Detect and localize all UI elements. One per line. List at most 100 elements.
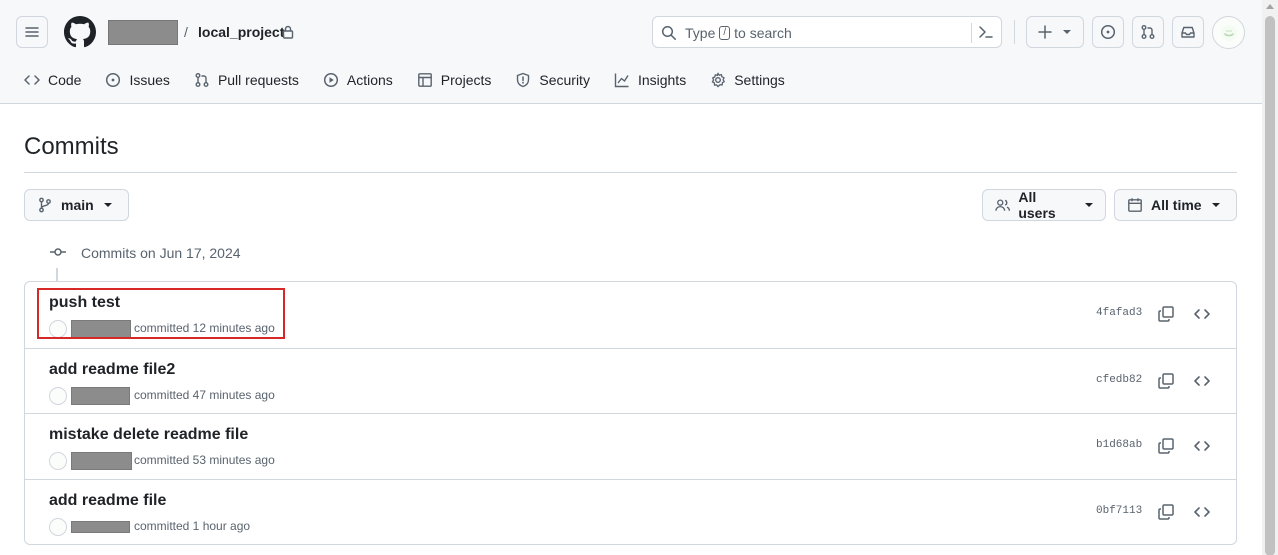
- page-title: Commits: [24, 133, 119, 160]
- commit-message-link[interactable]: push test: [49, 294, 120, 312]
- author-avatar[interactable]: [49, 386, 67, 405]
- commit-message-link[interactable]: mistake delete readme file: [49, 426, 248, 444]
- author-name-redacted[interactable]: [71, 452, 132, 470]
- header-divider: [1014, 20, 1015, 44]
- search-placeholder: Type / to search: [685, 25, 792, 41]
- scroll-up-arrow-icon[interactable]: [1266, 4, 1274, 9]
- command-palette-icon[interactable]: [978, 24, 994, 40]
- code-icon: [24, 75, 40, 85]
- commit-sha-link[interactable]: 4fafad3: [1096, 307, 1142, 319]
- tab-settings[interactable]: Settings: [702, 64, 793, 96]
- hamburger-icon: [25, 27, 39, 37]
- caret-down-icon: [103, 203, 112, 207]
- git-pull-request-icon: [1141, 25, 1155, 39]
- search-icon: [661, 25, 676, 40]
- git-branch-icon: [39, 197, 51, 213]
- table-icon: [417, 73, 432, 87]
- tab-actions[interactable]: Actions: [315, 64, 401, 96]
- create-new-button[interactable]: [1026, 16, 1084, 48]
- scrollbar-thumb[interactable]: [1265, 16, 1275, 555]
- browse-code-icon[interactable]: [1193, 437, 1211, 455]
- commit-row: add readme file committed 1 hour ago 0bf…: [25, 478, 1236, 545]
- tab-label: Pull requests: [217, 72, 299, 88]
- copy-icon[interactable]: [1157, 503, 1175, 521]
- repo-nav-tabs: Code Issues Pull requests Actions Projec…: [16, 64, 801, 104]
- tab-security[interactable]: Security: [507, 64, 598, 96]
- tab-pull-requests[interactable]: Pull requests: [186, 64, 307, 96]
- author-name-redacted[interactable]: [71, 386, 130, 405]
- tab-label: Issues: [129, 72, 170, 88]
- lock-icon: [282, 25, 294, 39]
- commit-meta: committed 47 minutes ago: [134, 387, 275, 402]
- search-suffix: to search: [734, 25, 792, 41]
- commit-sha-link[interactable]: b1d68ab: [1096, 439, 1142, 451]
- tab-projects[interactable]: Projects: [409, 64, 500, 96]
- user-avatar[interactable]: [1212, 16, 1245, 49]
- timeline-line: [56, 268, 58, 281]
- github-logo-icon[interactable]: [64, 16, 96, 48]
- search-divider: [971, 23, 972, 43]
- commit-sha-link[interactable]: cfedb82: [1096, 374, 1142, 386]
- your-pull-requests-button[interactable]: [1132, 16, 1164, 48]
- tab-label: Security: [539, 72, 590, 88]
- author-name-redacted[interactable]: [71, 520, 130, 533]
- tab-label: Insights: [637, 72, 687, 88]
- tab-label: Projects: [440, 72, 492, 88]
- copy-icon[interactable]: [1157, 305, 1175, 323]
- search-input[interactable]: Type / to search: [652, 16, 1002, 48]
- repo-name-link[interactable]: local_project: [198, 24, 284, 40]
- author-avatar[interactable]: [49, 320, 67, 338]
- calendar-icon: [1128, 198, 1142, 212]
- search-shortcut-key: /: [719, 26, 731, 40]
- shield-icon: [517, 72, 530, 88]
- git-pull-request-icon: [195, 73, 209, 87]
- copy-icon[interactable]: [1157, 437, 1175, 455]
- commit-meta: committed 12 minutes ago: [134, 321, 275, 335]
- tab-label: Code: [48, 72, 82, 88]
- people-icon: [995, 199, 1011, 211]
- caret-down-icon: [1211, 203, 1220, 207]
- users-filter-label: All users: [1018, 189, 1056, 221]
- issue-opened-icon: [1100, 24, 1116, 40]
- commit-message-link[interactable]: add readme file2: [49, 361, 175, 379]
- title-divider: [24, 172, 1237, 173]
- browse-code-icon[interactable]: [1193, 503, 1211, 521]
- browse-code-icon[interactable]: [1193, 305, 1211, 323]
- issue-opened-icon: [106, 72, 121, 88]
- author-avatar[interactable]: [49, 452, 67, 470]
- plus-icon: [1038, 25, 1052, 39]
- commit-row: mistake delete readme file committed 53 …: [25, 413, 1236, 479]
- play-icon: [323, 72, 338, 88]
- tab-label: Settings: [734, 72, 785, 88]
- author-name-redacted[interactable]: [71, 320, 131, 338]
- notifications-button[interactable]: [1172, 16, 1204, 48]
- commit-group-date: Commits on Jun 17, 2024: [81, 245, 241, 261]
- your-issues-button[interactable]: [1092, 16, 1124, 48]
- author-avatar[interactable]: [49, 517, 67, 536]
- caret-down-icon: [1085, 203, 1093, 207]
- owner-name-redacted[interactable]: [108, 20, 178, 45]
- branch-select-button[interactable]: main: [24, 189, 129, 221]
- page-scrollbar[interactable]: [1262, 0, 1278, 555]
- time-filter-label: All time: [1151, 197, 1202, 213]
- copy-icon[interactable]: [1157, 372, 1175, 390]
- tab-insights[interactable]: Insights: [606, 64, 694, 96]
- gear-icon: [711, 72, 726, 88]
- tab-label: Actions: [346, 72, 393, 88]
- caret-down-icon: [1063, 30, 1071, 34]
- commit-row: push test committed 12 minutes ago 4fafa…: [25, 282, 1236, 348]
- git-commit-icon: [50, 248, 66, 256]
- repo-header: / local_project Type / to search Code Is…: [0, 0, 1262, 104]
- commit-message-link[interactable]: add readme file: [49, 492, 166, 510]
- menu-button[interactable]: [16, 16, 48, 48]
- tab-issues[interactable]: Issues: [97, 64, 177, 96]
- commit-row: add readme file2 committed 47 minutes ag…: [25, 347, 1236, 414]
- browse-code-icon[interactable]: [1193, 372, 1211, 390]
- breadcrumb-separator: /: [184, 24, 188, 40]
- tab-code[interactable]: Code: [16, 64, 89, 96]
- avatar-image-icon: [1220, 24, 1237, 41]
- time-filter-button[interactable]: All time: [1114, 189, 1237, 221]
- commit-sha-link[interactable]: 0bf7113: [1096, 505, 1142, 517]
- search-prefix: Type: [685, 25, 716, 41]
- users-filter-button[interactable]: All users: [982, 189, 1106, 221]
